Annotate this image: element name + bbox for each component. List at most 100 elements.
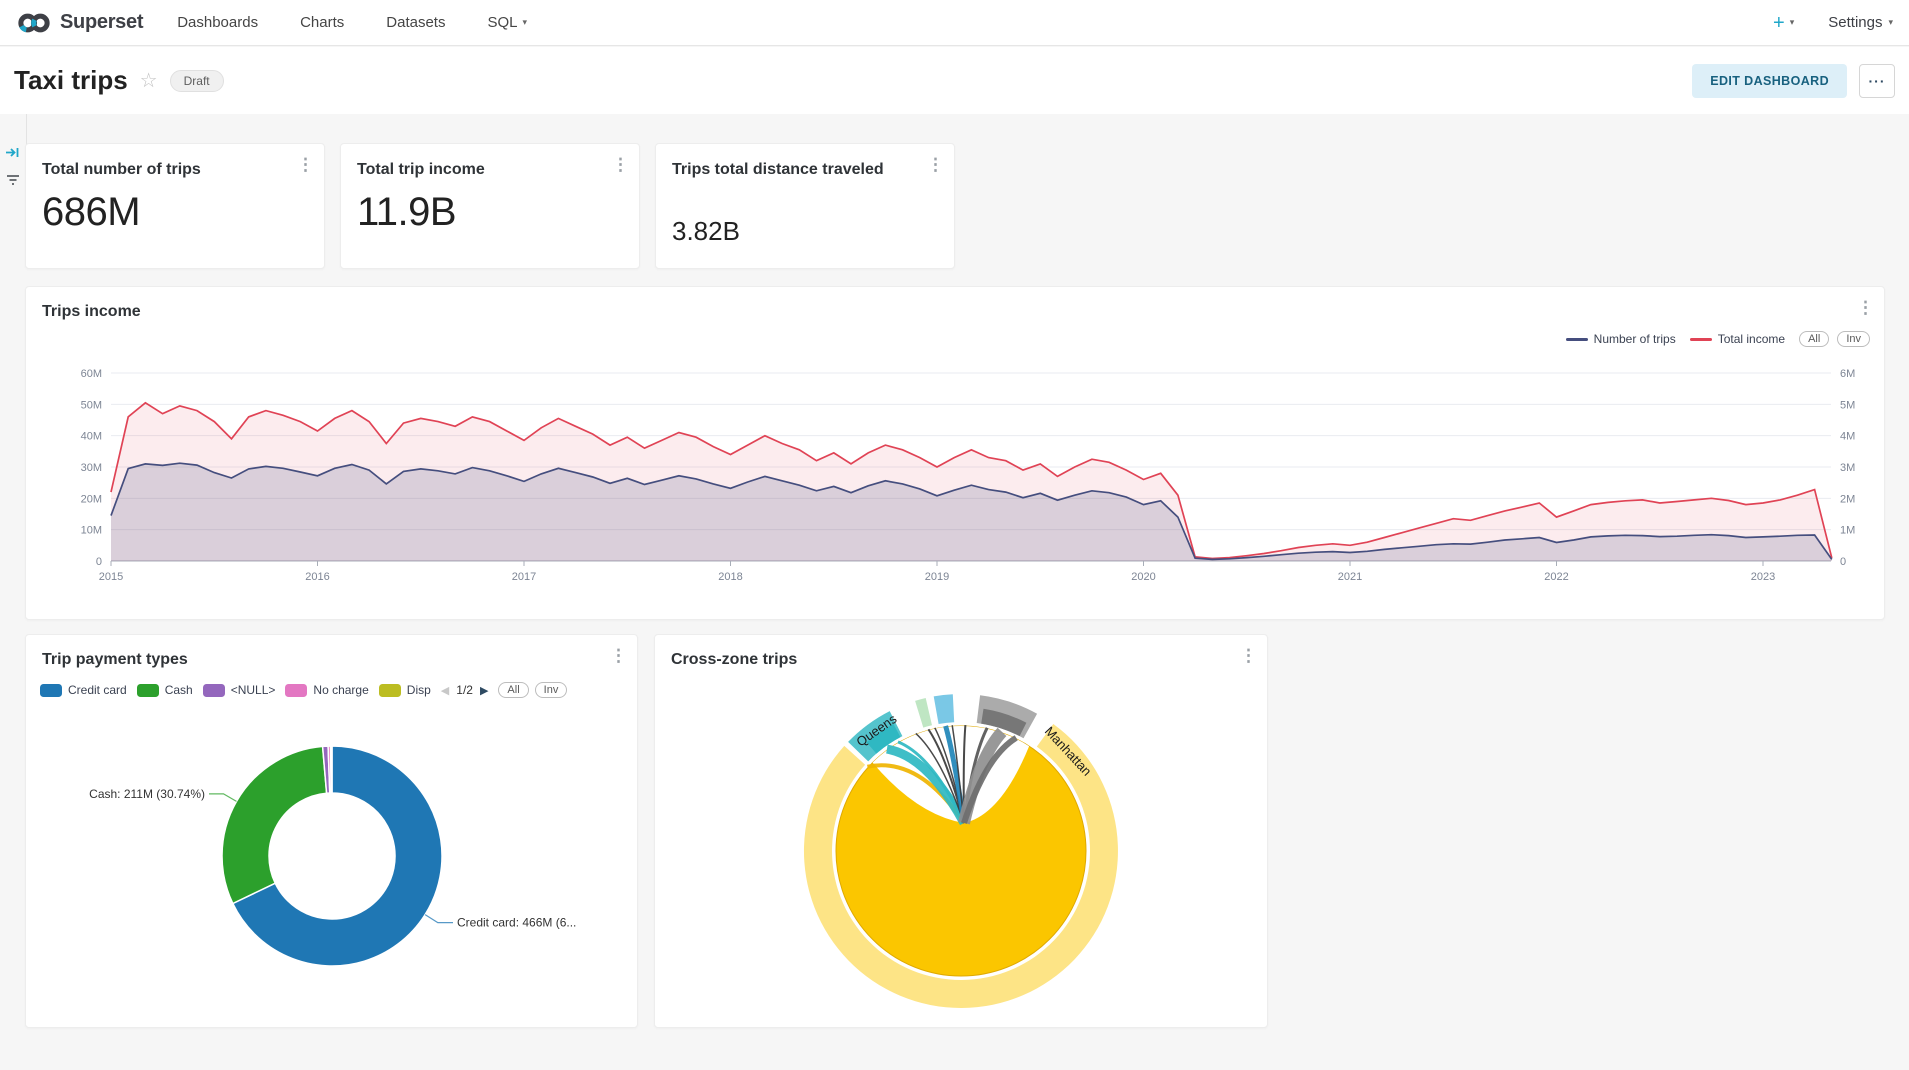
superset-infinity-icon bbox=[16, 9, 52, 37]
pager-text: 1/2 bbox=[456, 683, 473, 697]
svg-text:2M: 2M bbox=[1840, 493, 1855, 505]
trips-income-chart[interactable]: 60M 6M 50M 5M 40M 4M 30M 3M 20M 2M 10M 1M 0 0 2015 2016… bbox=[26, 347, 1886, 607]
legend-item-no-charge[interactable]: No charge bbox=[285, 683, 368, 697]
svg-text:4M: 4M bbox=[1840, 431, 1855, 443]
svg-text:2019: 2019 bbox=[925, 571, 949, 583]
chart-title: Trips income bbox=[42, 303, 141, 321]
kebab-menu-icon[interactable]: ⋮ bbox=[1240, 647, 1257, 664]
legend-swatch bbox=[203, 684, 225, 697]
legend-item-total-income[interactable]: Total income bbox=[1690, 332, 1785, 346]
svg-text:Cash: 211M (30.74%): Cash: 211M (30.74%) bbox=[89, 787, 205, 801]
status-badge: Draft bbox=[170, 70, 224, 92]
nav-item-charts[interactable]: Charts bbox=[300, 14, 344, 31]
navbar-right: + ▾ Settings ▾ bbox=[1773, 13, 1893, 33]
legend-item-cash[interactable]: Cash bbox=[137, 683, 193, 697]
legend-item-dispute[interactable]: Disp bbox=[379, 683, 431, 697]
trip-payment-types-panel: Trip payment types ⋮ Credit card Cash <N… bbox=[25, 634, 638, 1028]
favorite-star-icon[interactable]: ☆ bbox=[140, 68, 158, 93]
kpi-title: Total trip income bbox=[357, 160, 485, 180]
kebab-menu-icon[interactable]: ⋮ bbox=[927, 156, 944, 173]
legend-swatch bbox=[40, 684, 62, 697]
superset-logo[interactable]: Superset bbox=[16, 9, 143, 37]
edit-dashboard-button[interactable]: EDIT DASHBOARD bbox=[1692, 64, 1847, 98]
legend-pager: ◀ 1/2 ▶ bbox=[441, 683, 489, 697]
legend-swatch bbox=[285, 684, 307, 697]
kpi-card-total-distance: Trips total distance traveled ⋮ 3.82B bbox=[655, 143, 955, 269]
svg-text:1M: 1M bbox=[1840, 525, 1855, 537]
trips-income-panel: Trips income ⋮ Number of trips Total inc… bbox=[25, 286, 1885, 620]
legend-swatch bbox=[137, 684, 159, 697]
svg-text:2018: 2018 bbox=[718, 571, 742, 583]
dashboard-header: Taxi trips ☆ Draft EDIT DASHBOARD ··· bbox=[0, 47, 1909, 114]
kpi-card-total-trips: Total number of trips ⋮ 686M bbox=[25, 143, 325, 269]
svg-text:2022: 2022 bbox=[1544, 571, 1568, 583]
svg-text:60M: 60M bbox=[81, 368, 102, 380]
legend-item-credit-card[interactable]: Credit card bbox=[40, 683, 127, 697]
header-actions: EDIT DASHBOARD ··· bbox=[1692, 64, 1895, 98]
nav-item-sql[interactable]: SQL▾ bbox=[487, 14, 527, 31]
svg-text:50M: 50M bbox=[81, 399, 102, 411]
top-navbar: Superset Dashboards Charts Datasets SQL▾… bbox=[0, 0, 1909, 46]
legend-all-button[interactable]: All bbox=[498, 682, 528, 698]
svg-text:2016: 2016 bbox=[305, 571, 329, 583]
svg-text:2015: 2015 bbox=[99, 571, 123, 583]
payment-legend: Credit card Cash <NULL> No charge Disp ◀… bbox=[40, 682, 567, 698]
settings-menu[interactable]: Settings ▾ bbox=[1828, 14, 1893, 31]
nav-item-datasets[interactable]: Datasets bbox=[386, 14, 445, 31]
kpi-value: 11.9B bbox=[357, 190, 456, 235]
kpi-value: 686M bbox=[42, 190, 140, 235]
main-nav: Dashboards Charts Datasets SQL▾ bbox=[177, 14, 527, 31]
kebab-menu-icon[interactable]: ⋮ bbox=[610, 647, 627, 664]
legend-swatch bbox=[1690, 338, 1712, 341]
filter-icon[interactable] bbox=[5, 172, 21, 193]
pager-prev-icon[interactable]: ◀ bbox=[441, 684, 449, 697]
svg-text:3M: 3M bbox=[1840, 462, 1855, 474]
svg-text:2023: 2023 bbox=[1751, 571, 1775, 583]
new-item-button[interactable]: + ▾ bbox=[1773, 13, 1794, 33]
svg-text:Credit card: 466M (6...: Credit card: 466M (6... bbox=[457, 916, 576, 930]
more-options-button[interactable]: ··· bbox=[1859, 64, 1895, 98]
kpi-title: Total number of trips bbox=[42, 160, 201, 180]
svg-text:0: 0 bbox=[96, 556, 102, 568]
legend-swatch bbox=[379, 684, 401, 697]
svg-text:5M: 5M bbox=[1840, 399, 1855, 411]
kpi-value: 3.82B bbox=[672, 216, 740, 247]
cross-zone-trips-chart[interactable]: QueensManhattan bbox=[655, 675, 1269, 1029]
plus-icon: + bbox=[1773, 13, 1785, 33]
svg-text:2020: 2020 bbox=[1131, 571, 1155, 583]
nav-item-dashboards[interactable]: Dashboards bbox=[177, 14, 258, 31]
dashboard-content: Total number of trips ⋮ 686M Total trip … bbox=[0, 114, 1909, 1070]
kpi-card-trip-income: Total trip income ⋮ 11.9B bbox=[340, 143, 640, 269]
legend-swatch bbox=[1566, 338, 1588, 341]
chevron-down-icon: ▾ bbox=[522, 17, 527, 28]
kpi-title: Trips total distance traveled bbox=[672, 160, 884, 180]
legend-item-number-of-trips[interactable]: Number of trips bbox=[1566, 332, 1676, 346]
legend-item-null[interactable]: <NULL> bbox=[203, 683, 276, 697]
chevron-down-icon: ▾ bbox=[1888, 17, 1893, 28]
svg-text:40M: 40M bbox=[81, 431, 102, 443]
brand-name: Superset bbox=[60, 11, 143, 34]
legend-all-button[interactable]: All bbox=[1799, 331, 1829, 347]
chevron-down-icon: ▾ bbox=[1790, 17, 1795, 28]
svg-text:6M: 6M bbox=[1840, 368, 1855, 380]
svg-text:10M: 10M bbox=[81, 525, 102, 537]
trip-payment-types-chart[interactable]: Cash: 211M (30.74%) Credit card: 466M (6.… bbox=[26, 715, 639, 1025]
svg-text:0: 0 bbox=[1840, 556, 1846, 568]
kebab-menu-icon[interactable]: ⋮ bbox=[297, 156, 314, 173]
trips-income-legend: Number of trips Total income All Inv bbox=[1566, 331, 1870, 347]
svg-text:2021: 2021 bbox=[1338, 571, 1362, 583]
page-title: Taxi trips bbox=[14, 65, 128, 96]
chart-title: Trip payment types bbox=[42, 651, 188, 669]
svg-text:20M: 20M bbox=[81, 493, 102, 505]
filter-bar-collapsed bbox=[0, 114, 27, 226]
svg-text:30M: 30M bbox=[81, 462, 102, 474]
kebab-menu-icon[interactable]: ⋮ bbox=[1857, 299, 1874, 316]
chart-title: Cross-zone trips bbox=[671, 651, 797, 669]
kebab-menu-icon[interactable]: ⋮ bbox=[612, 156, 629, 173]
pager-next-icon[interactable]: ▶ bbox=[480, 684, 488, 697]
expand-filter-bar-icon[interactable] bbox=[5, 145, 20, 165]
svg-text:2017: 2017 bbox=[512, 571, 536, 583]
legend-inv-button[interactable]: Inv bbox=[1837, 331, 1870, 347]
cross-zone-trips-panel: Cross-zone trips ⋮ QueensManhattan bbox=[654, 634, 1268, 1028]
legend-inv-button[interactable]: Inv bbox=[535, 682, 568, 698]
